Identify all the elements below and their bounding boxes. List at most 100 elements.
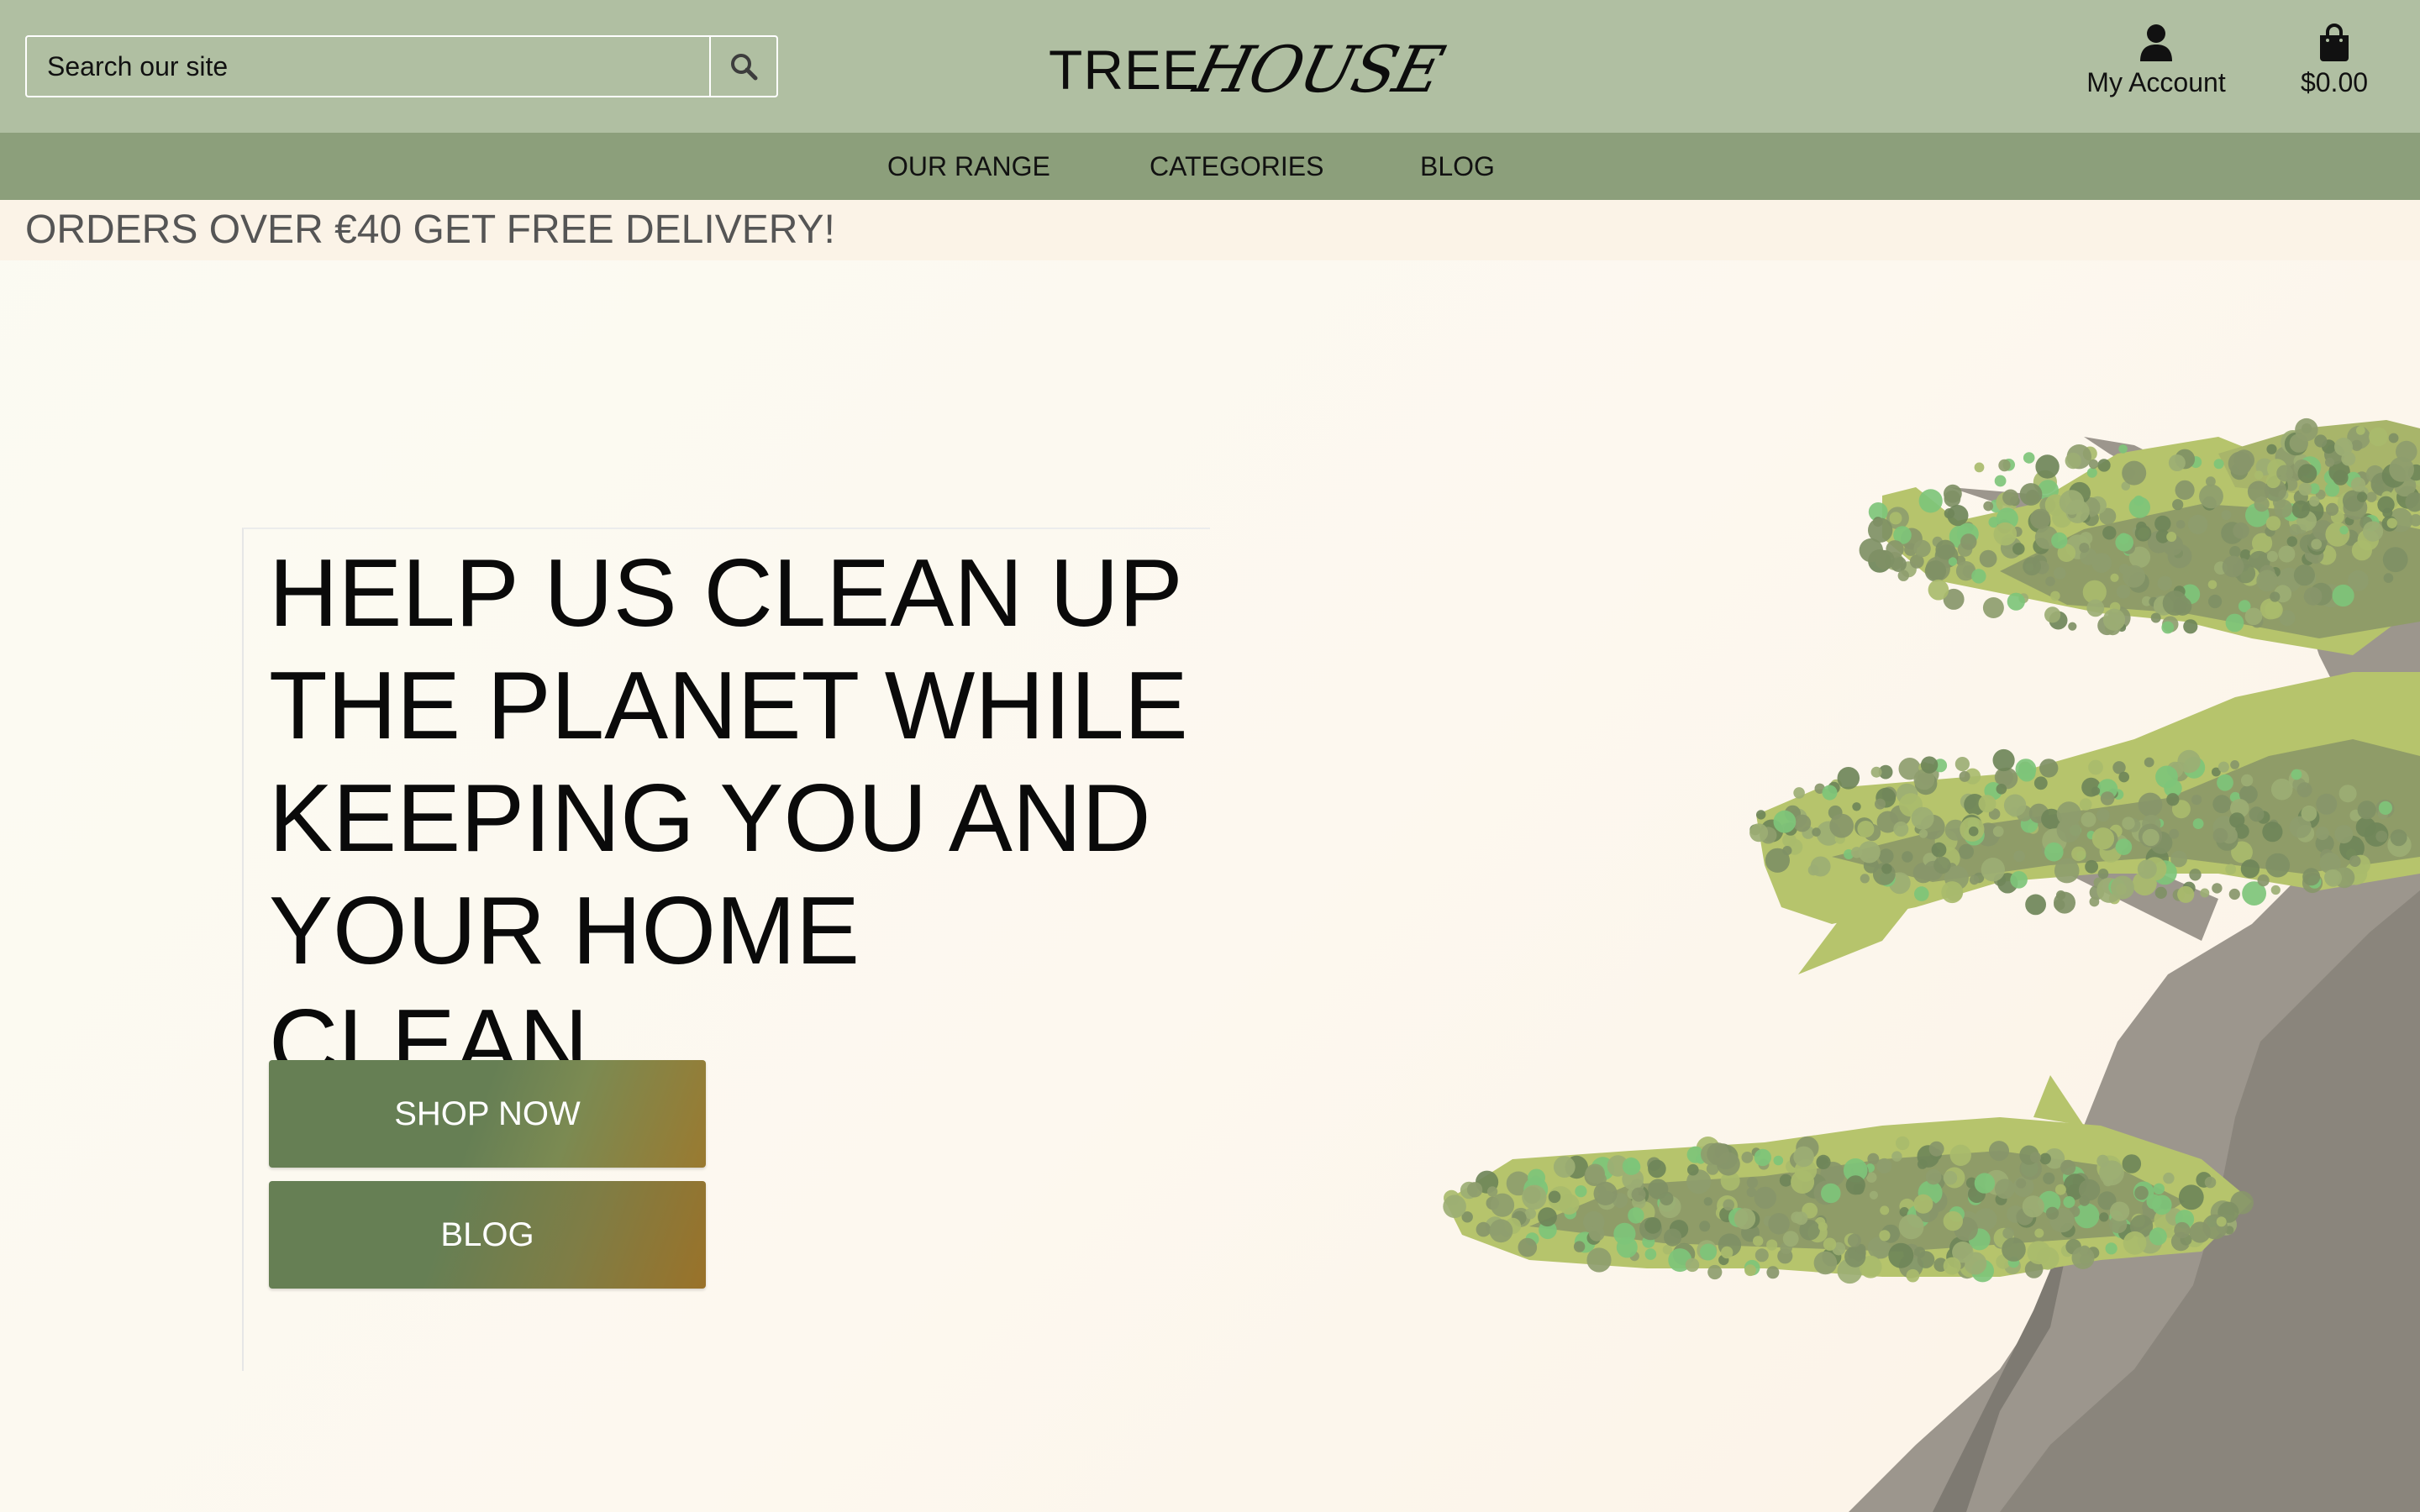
leaf-dot (2175, 480, 2195, 500)
leaf-dot (2071, 846, 2086, 862)
leaf-dot (2016, 1178, 2027, 1189)
blog-button[interactable]: BLOG (269, 1181, 706, 1289)
leaf-dot (1837, 767, 1860, 790)
leaf-dot (1933, 856, 1951, 874)
leaf-dot (1860, 874, 1870, 884)
leaf-dot (2228, 888, 2240, 900)
leaf-dot (2153, 1183, 2165, 1194)
leaf-dot (1876, 1158, 1892, 1174)
leaf-dot (1943, 1170, 1958, 1185)
search-input[interactable] (27, 37, 711, 96)
leaf-dot (2010, 871, 2028, 889)
leaf-dot (1891, 1151, 1902, 1162)
leaf-dot (1779, 1173, 1792, 1187)
leaf-dot (2029, 1152, 2041, 1163)
leaf-dot (2286, 536, 2297, 547)
cart-link[interactable]: $0.00 (2282, 24, 2386, 108)
leaf-dot (1624, 1158, 1641, 1175)
leaf-dot (1917, 1251, 1935, 1268)
leaf-dot (1943, 1210, 1963, 1231)
leaf-dot (2274, 499, 2293, 518)
leaf-dot (2116, 585, 2131, 599)
leaf-dot (2085, 859, 2098, 874)
leaf-dot (2091, 827, 2115, 850)
site-logo[interactable]: TREE HOUSE (1049, 32, 1449, 108)
leaf-dot (1847, 1233, 1861, 1247)
leaf-dot (2168, 454, 2186, 471)
leaf-dot (2266, 550, 2278, 562)
leaf-dot (2212, 883, 2223, 894)
leaf-dot (2230, 760, 2239, 769)
leaf-dot (1823, 1237, 1837, 1251)
leaf-dot (2229, 546, 2241, 558)
leaf-dot (1766, 1239, 1778, 1251)
leaf-dot (1974, 1208, 1997, 1231)
leaf-dot (1857, 821, 1875, 837)
leaf-dot (1754, 1148, 1771, 1167)
nav-item-categories[interactable]: CATEGORIES (1150, 133, 1323, 200)
leaf-dot (1918, 829, 1928, 838)
leaf-dot (1524, 1208, 1536, 1220)
leaf-dot (2063, 1196, 2075, 1208)
leaf-dot (1954, 757, 1970, 772)
leaf-dot (2050, 591, 2060, 601)
leaf-dot (1628, 1207, 1644, 1224)
leaf-dot (1746, 1177, 1759, 1189)
leaf-dot (1896, 1136, 1910, 1151)
leaf-dot (2110, 573, 2119, 582)
leaf-dot (1746, 1187, 1757, 1198)
leaf-dot (2378, 801, 2392, 815)
leaf-dot (2144, 757, 2154, 768)
leaf-dot (2089, 896, 2100, 907)
leaf-dot (2002, 1227, 2014, 1239)
leaf-dot (2189, 869, 2202, 881)
leaf-dot (2060, 1159, 2076, 1175)
leaf-dot (2065, 452, 2081, 470)
search-icon (731, 54, 758, 81)
shop-now-button[interactable]: SHOP NOW (269, 1060, 706, 1168)
leaf-dot (2229, 812, 2245, 828)
leaf-dot (1813, 1251, 1838, 1275)
leaf-dot (2122, 1154, 2142, 1173)
leaf-dot (2302, 868, 2321, 886)
leaf-dot (1489, 1219, 1513, 1243)
leaf-dot (2105, 1242, 2118, 1255)
leaf-dot (2293, 564, 2315, 586)
leaf-dot (2081, 811, 2096, 827)
leaf-dot (1949, 1144, 1971, 1166)
leaf-dot (1773, 1155, 1784, 1166)
leaf-dot (2172, 499, 2184, 511)
leaf-dot (1782, 846, 1792, 856)
leaf-dot (1773, 810, 1797, 833)
leaf-dot (2254, 470, 2264, 480)
leaf-dot (1707, 1264, 1723, 1280)
leaf-dot (1644, 1248, 1657, 1260)
leaf-dot (1992, 826, 2004, 837)
leaf-dot (2162, 591, 2188, 616)
leaf-dot (1845, 1175, 1865, 1195)
bonsai-tree-illustration (1443, 417, 2420, 1512)
leaf-dot (2034, 1228, 2044, 1238)
user-icon (2140, 24, 2172, 61)
leaf-dot (2045, 1206, 2060, 1220)
leaf-dot (2315, 827, 2329, 840)
leaf-dot (2349, 855, 2361, 867)
my-account-link[interactable]: My Account (2079, 24, 2233, 108)
search-button[interactable] (709, 37, 776, 96)
leaf-dot (1687, 1163, 1699, 1176)
leaf-dot (2240, 859, 2260, 879)
leaf-dot (2056, 818, 2081, 843)
leaf-dot (2217, 774, 2233, 791)
leaf-dot (2270, 591, 2281, 602)
leaf-dot (2192, 818, 2204, 829)
leaf-dot (2350, 477, 2366, 492)
leaf-dot (1969, 874, 1980, 885)
leaf-dot (2161, 621, 2175, 634)
nav-item-blog[interactable]: BLOG (1420, 133, 1495, 200)
leaf-dot (2007, 592, 2025, 611)
leaf-dot (1741, 1152, 1754, 1163)
leaf-dot (2333, 470, 2349, 486)
leaf-dot (2137, 859, 2157, 879)
leaf-dot (1978, 795, 1996, 813)
nav-item-our-range[interactable]: OUR RANGE (887, 133, 1050, 200)
